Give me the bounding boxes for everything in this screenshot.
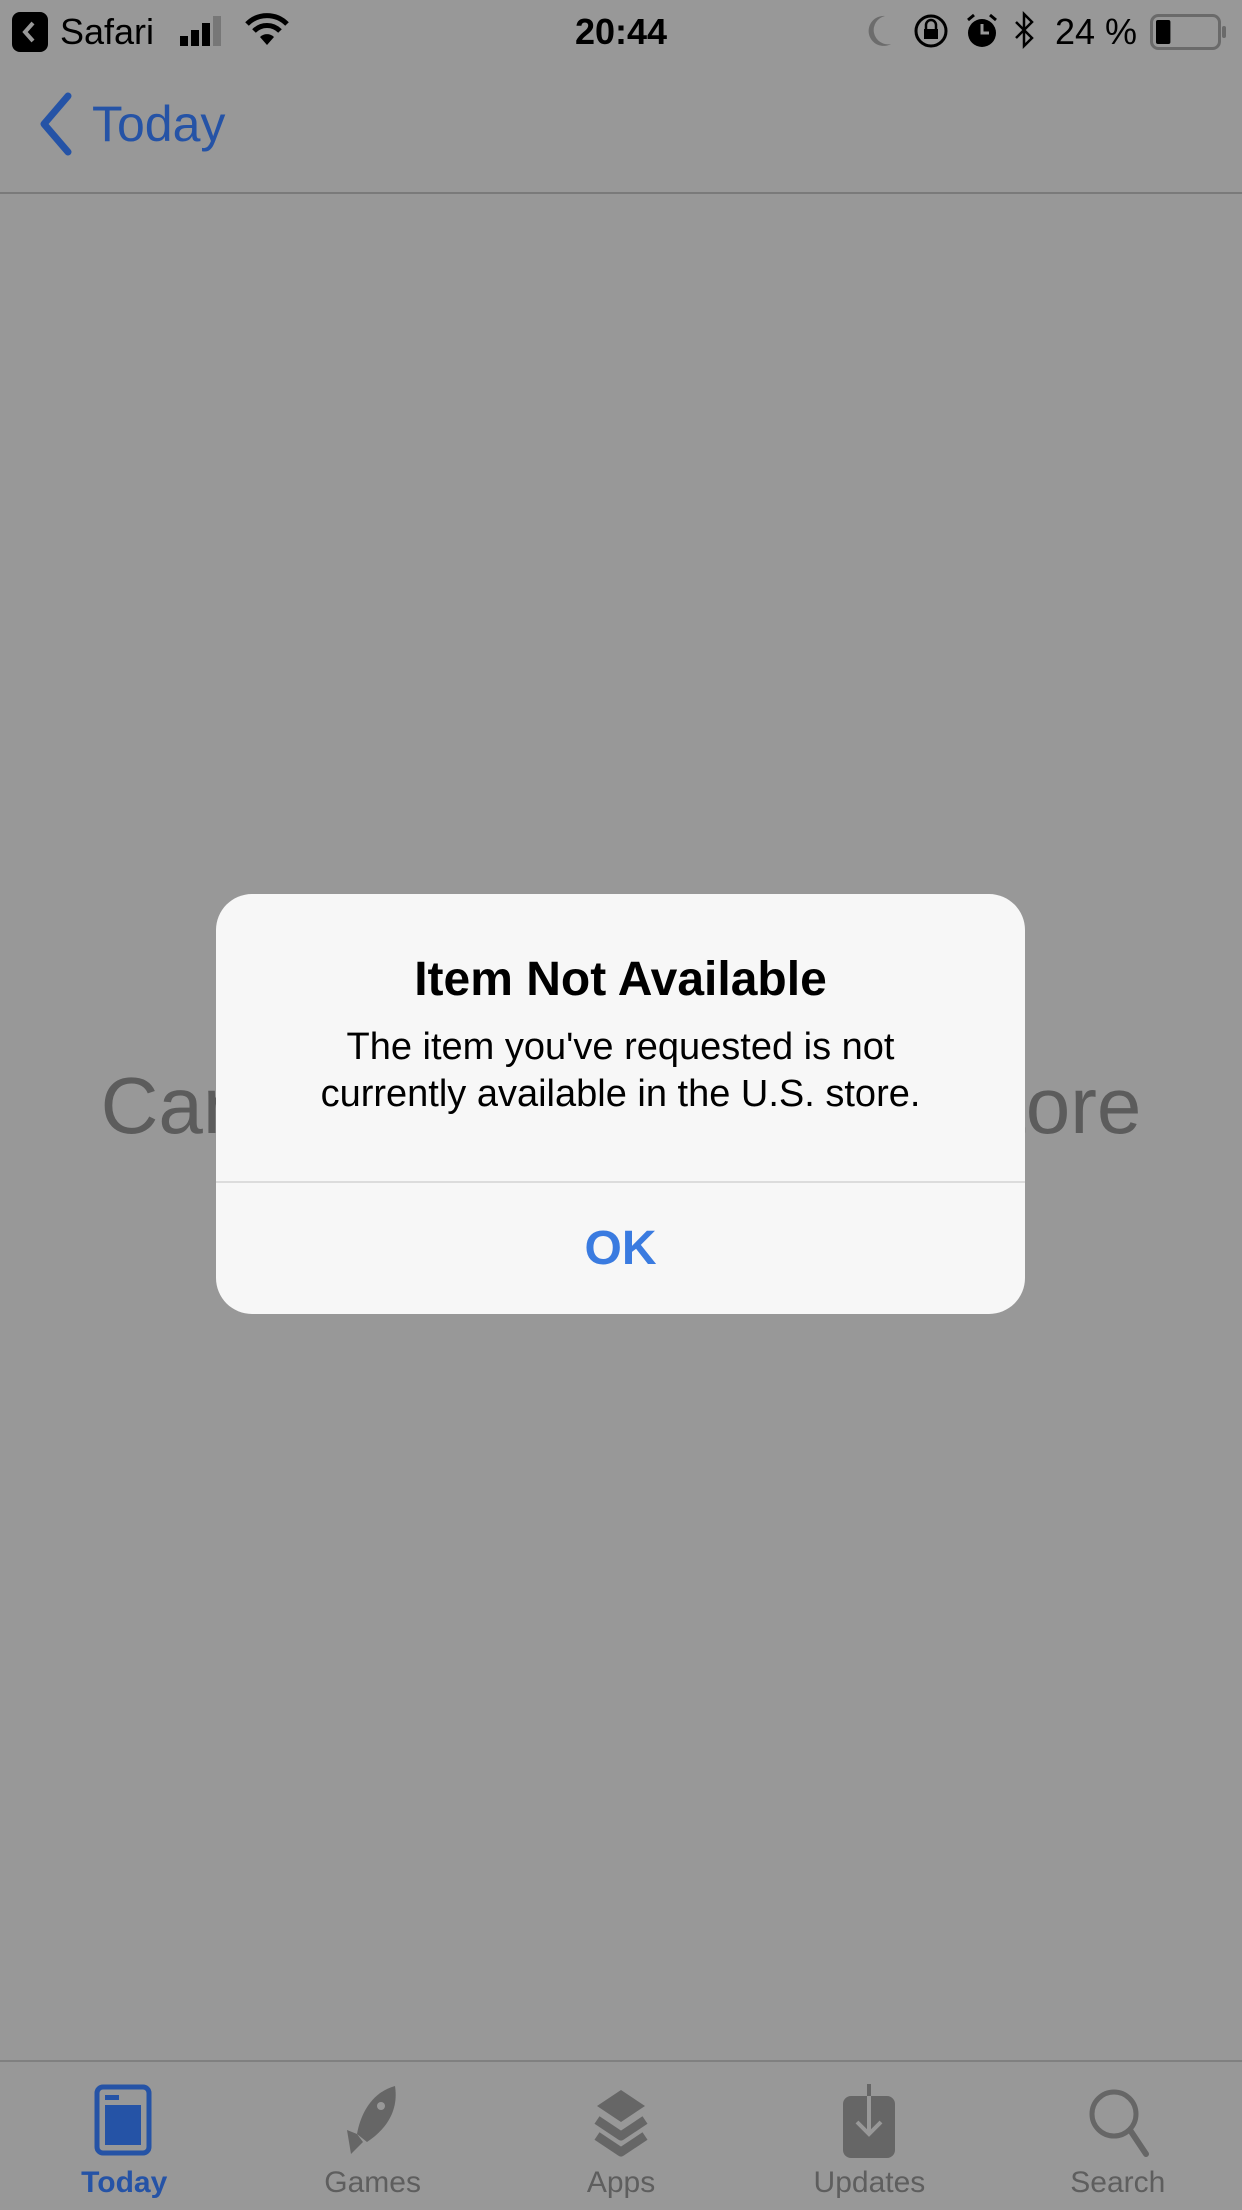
tab-apps[interactable]: Apps — [497, 2062, 745, 2210]
alert-message: The item you've requested is not current… — [216, 1024, 1025, 1118]
download-icon — [843, 2084, 896, 2158]
battery-icon — [1150, 14, 1226, 50]
alert-title: Item Not Available — [414, 953, 827, 1006]
alert-message-line: The item you've requested is not — [346, 1026, 895, 1068]
moon-icon — [868, 15, 891, 46]
status-bar: Safari 20:44 24 % — [0, 0, 1242, 62]
tab-label: Today — [81, 2166, 168, 2199]
alert-message-line: currently available in the U.S. store. — [320, 1073, 921, 1115]
tab-games[interactable]: Games — [248, 2062, 496, 2210]
alert-dialog: Item Not Available The item you've reque… — [216, 894, 1025, 1314]
ok-button[interactable]: OK — [216, 1183, 1025, 1314]
rocket-icon — [346, 2086, 396, 2154]
back-button[interactable]: Today — [36, 92, 225, 156]
rotation-lock-icon — [914, 14, 948, 48]
chevron-left-icon — [40, 92, 72, 156]
tab-label: Search — [1070, 2166, 1166, 2199]
back-button-label: Today — [92, 96, 226, 152]
tab-label: Games — [324, 2166, 421, 2199]
tab-updates[interactable]: Updates — [745, 2062, 993, 2210]
tab-label: Updates — [813, 2166, 926, 2199]
tab-bar: Today Games Apps Updates Search — [0, 2060, 1242, 2210]
tab-today[interactable]: Today — [0, 2062, 248, 2210]
layers-icon — [594, 2090, 648, 2157]
tab-search[interactable]: Search — [994, 2062, 1242, 2210]
battery-percent: 24 % — [1055, 11, 1138, 52]
search-icon — [1089, 2089, 1149, 2157]
today-icon — [94, 2084, 152, 2156]
navigation-bar: Today — [0, 62, 1242, 194]
bluetooth-icon — [1015, 10, 1034, 50]
alarm-icon — [967, 13, 997, 47]
tab-label: Apps — [586, 2166, 656, 2199]
